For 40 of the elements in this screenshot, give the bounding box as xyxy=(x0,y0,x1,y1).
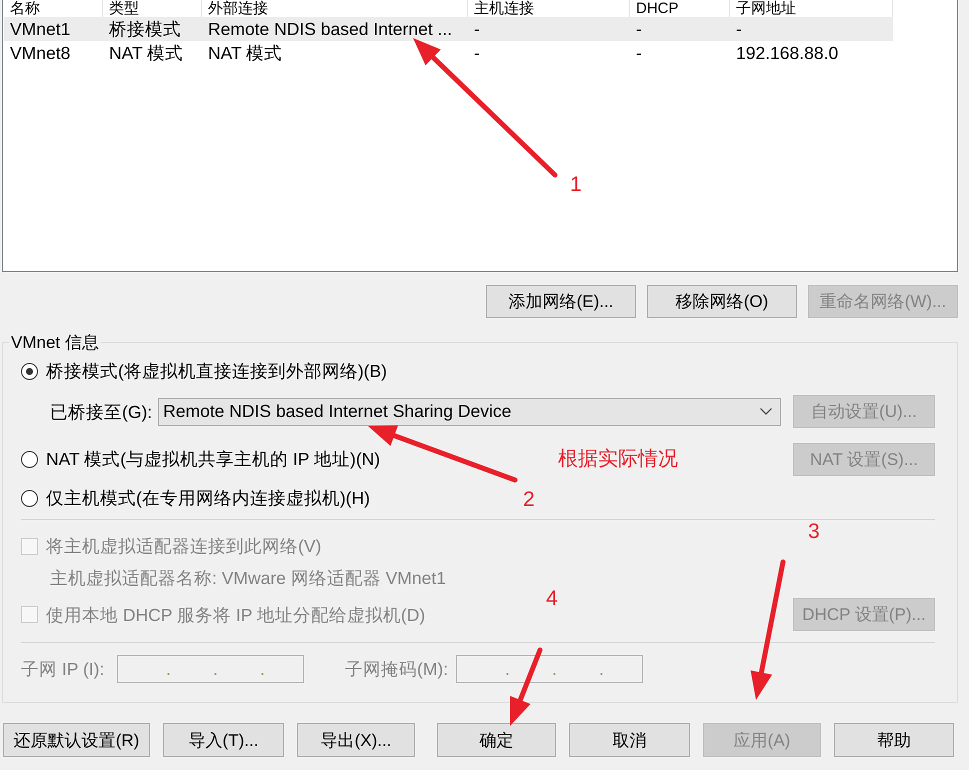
radio-button[interactable] xyxy=(21,450,38,468)
bridge-dropdown[interactable]: Remote NDIS based Internet Sharing Device xyxy=(158,398,782,426)
field-label: 子网 IP (I): xyxy=(21,658,106,681)
annotation-number: 4 xyxy=(546,588,558,610)
chevron-down-icon xyxy=(760,408,772,415)
annotation-note: 根据实际情况 xyxy=(558,447,678,471)
adapter-name-text: 主机虚拟适配器名称: VMware 网络适配器 VMnet1 xyxy=(50,568,446,588)
group-title: VMnet 信息 xyxy=(10,333,100,352)
table-cell-text: VMnet1 xyxy=(9,18,72,41)
dialog-button[interactable]: 导出(X)... xyxy=(297,723,415,757)
field-label: 子网掩码(M): xyxy=(345,658,450,681)
annotation-number: 2 xyxy=(523,489,535,511)
table-cell-text: NAT 模式 xyxy=(108,42,184,65)
dialog-button[interactable]: 导入(T)... xyxy=(163,723,284,757)
table-cell-text: 桥接模式 xyxy=(108,18,182,41)
table-cell-text: 192.168.88.0 xyxy=(735,42,840,65)
dialog-button[interactable]: 确定 xyxy=(437,723,556,757)
table-cell-text: - xyxy=(635,42,643,65)
dialog-button[interactable]: 帮助 xyxy=(834,723,954,757)
radio-button[interactable] xyxy=(21,490,38,506)
table-cell-text: Remote NDIS based Internet ... xyxy=(207,18,454,41)
annotation-number: 1 xyxy=(570,174,582,196)
table-row[interactable]: VMnet1 桥接模式 Remote NDIS based Internet ... - - - xyxy=(4,17,893,41)
dialog-button[interactable]: 还原默认设置(R) xyxy=(3,723,150,757)
radio-label[interactable]: 仅主机模式(在专用网络内连接虚拟机)(H) xyxy=(46,486,370,510)
table-row[interactable]: VMnet8 NAT 模式 NAT 模式 - - 192.168.88.0 xyxy=(4,41,893,65)
network-action-button[interactable]: 移除网络(O) xyxy=(647,285,797,318)
table-cell-text: NAT 模式 xyxy=(207,42,284,65)
annotation-number: 3 xyxy=(808,521,820,543)
table-cell-text: - xyxy=(735,18,743,41)
table-cell-text: - xyxy=(635,18,643,41)
table-cell-text: - xyxy=(473,18,481,41)
network-action-button[interactable]: 添加网络(E)... xyxy=(486,285,636,318)
field-label: 已桥接至(G): xyxy=(50,400,152,424)
table-cell-text: - xyxy=(473,42,481,65)
table-cell-text: VMnet8 xyxy=(9,42,72,65)
radio-label[interactable]: 桥接模式(将虚拟机直接连接到外部网络)(B) xyxy=(46,359,387,383)
radio-label[interactable]: NAT 模式(与虚拟机共享主机的 IP 地址)(N) xyxy=(46,447,380,471)
radio-button[interactable] xyxy=(21,362,38,380)
dialog-button[interactable]: 取消 xyxy=(569,723,690,757)
